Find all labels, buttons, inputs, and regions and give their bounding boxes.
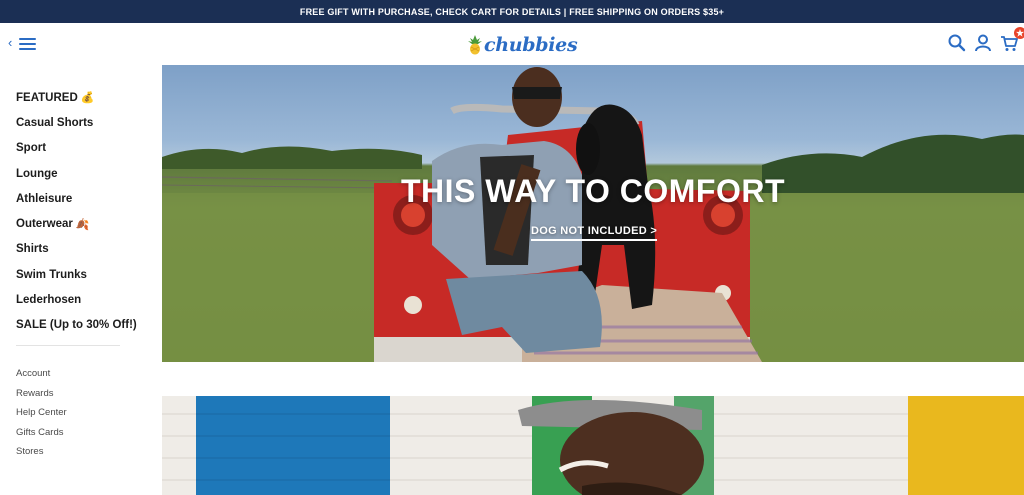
- secondary-promo-banner[interactable]: [162, 396, 1024, 495]
- hero-photo: [162, 67, 1024, 362]
- sidebar-item-label: SALE (Up to 30% Off!): [16, 319, 137, 332]
- sidebar-item-shirts[interactable]: Shirts: [16, 237, 137, 262]
- pineapple-icon: [468, 35, 482, 55]
- sidebar-item-label: Stores: [16, 446, 44, 458]
- sidebar-item-lederhosen[interactable]: Lederhosen: [16, 287, 137, 312]
- sidebar-item-label: Help Center: [16, 407, 67, 419]
- sidebar-item-help-center[interactable]: Help Center: [16, 403, 67, 423]
- sidebar-item-casual-shorts[interactable]: Casual Shorts: [16, 110, 137, 135]
- promo-banner-text: FREE GIFT WITH PURCHASE, CHECK CART FOR …: [299, 6, 725, 17]
- cart-badge: [1014, 27, 1024, 39]
- sidebar-item-label: Casual Shorts: [16, 116, 94, 129]
- money-bag-icon: 💰: [80, 92, 95, 105]
- logo-text: chubbies: [484, 34, 578, 56]
- sidebar-item-sport[interactable]: Sport: [16, 136, 137, 161]
- primary-nav-list: FEATURED 💰 Casual Shorts Sport Lounge At…: [16, 85, 137, 338]
- sidebar-item-label: Sport: [16, 142, 47, 155]
- menu-toggle-button[interactable]: ‹: [8, 35, 38, 52]
- sidebar-item-sale[interactable]: SALE (Up to 30% Off!): [16, 313, 137, 338]
- sidebar-item-label: Rewards: [16, 387, 54, 399]
- fallen-leaf-icon: 🍂: [75, 218, 90, 231]
- sidebar-item-label: Account: [16, 368, 51, 380]
- chevron-left-icon: ‹: [8, 35, 13, 50]
- sidebar-item-label: Swim Trunks: [16, 268, 87, 281]
- promo-banner: FREE GIFT WITH PURCHASE, CHECK CART FOR …: [0, 0, 1024, 23]
- account-icon: [975, 34, 991, 52]
- sidebar-item-label: Outerwear: [16, 218, 73, 231]
- sidebar-item-featured[interactable]: FEATURED 💰: [16, 85, 137, 110]
- sidebar-item-label: Gifts Cards: [16, 426, 64, 438]
- promo-photo: [162, 396, 1024, 495]
- sidebar-item-label: Lounge: [16, 167, 58, 180]
- sidebar-item-swim-trunks[interactable]: Swim Trunks: [16, 262, 137, 287]
- sidebar-item-athleisure[interactable]: Athleisure: [16, 186, 137, 211]
- sidebar-item-lounge[interactable]: Lounge: [16, 161, 137, 186]
- sidebar-item-outerwear[interactable]: Outerwear 🍂: [16, 211, 137, 236]
- search-icon: [948, 34, 966, 52]
- sidebar-item-rewards[interactable]: Rewards: [16, 384, 67, 404]
- sidebar-divider: [16, 345, 120, 346]
- star-icon: [1016, 29, 1024, 37]
- sidebar-item-gift-cards[interactable]: Gifts Cards: [16, 423, 67, 443]
- sidebar-item-label: Shirts: [16, 243, 49, 256]
- hero-title: THIS WAY TO COMFORT: [400, 173, 786, 209]
- sidebar-item-label: Athleisure: [16, 192, 73, 205]
- hero-cta-link[interactable]: DOG NOT INCLUDED >: [531, 225, 658, 241]
- sidebar-item-stores[interactable]: Stores: [16, 442, 67, 462]
- site-logo[interactable]: chubbies: [468, 31, 578, 59]
- secondary-nav-list: Account Rewards Help Center Gifts Cards …: [16, 364, 67, 462]
- sidebar-nav: FEATURED 💰 Casual Shorts Sport Lounge At…: [0, 65, 162, 495]
- sidebar-item-account[interactable]: Account: [16, 364, 67, 384]
- sidebar-item-label: FEATURED: [16, 91, 78, 104]
- sidebar-item-label: Lederhosen: [16, 294, 82, 307]
- account-button[interactable]: [973, 33, 993, 53]
- site-header: ‹ chubbies: [0, 23, 1024, 65]
- hero-banner[interactable]: THIS WAY TO COMFORT DOG NOT INCLUDED >: [162, 65, 1024, 362]
- cart-button[interactable]: [1000, 27, 1024, 53]
- search-button[interactable]: [947, 33, 967, 53]
